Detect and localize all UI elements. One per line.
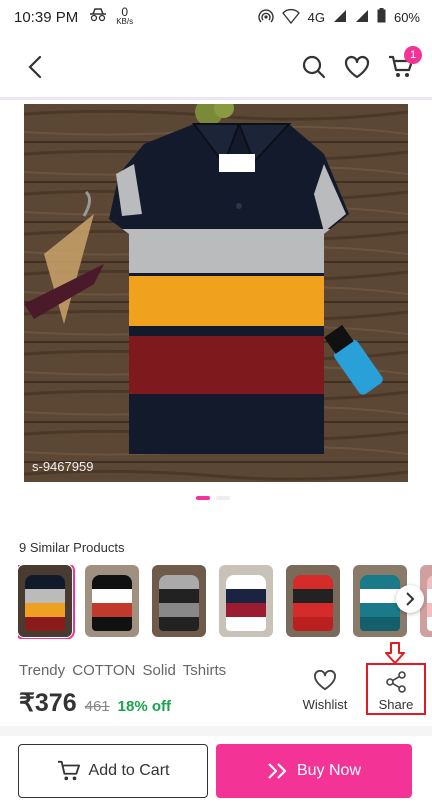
cart-button[interactable]: 1 xyxy=(386,46,422,82)
shirt-stripe xyxy=(92,575,132,589)
thumb-shirt xyxy=(226,575,266,631)
shirt-stripe xyxy=(92,603,132,617)
thumb-shirt xyxy=(293,575,333,631)
cart-count-badge: 1 xyxy=(404,46,422,64)
shirt-stripe xyxy=(226,617,266,631)
shirt-stripe xyxy=(360,617,400,631)
product-photo xyxy=(24,104,408,482)
shirt-stripe xyxy=(427,617,432,631)
shirt-stripe xyxy=(226,575,266,589)
shirt-stripe xyxy=(293,617,333,631)
shirt-stripe xyxy=(360,589,400,603)
similar-product-thumb[interactable] xyxy=(18,565,75,639)
back-button[interactable] xyxy=(22,52,48,82)
chevron-right-icon xyxy=(406,592,415,606)
similar-next-button[interactable] xyxy=(396,585,424,613)
share-icon xyxy=(386,671,406,693)
shirt-stripe xyxy=(159,603,199,617)
share-button[interactable]: Share xyxy=(366,663,426,715)
product-sku: s-9467959 xyxy=(32,459,94,474)
net-speed-value: 0 xyxy=(121,5,129,19)
section-divider xyxy=(0,726,432,736)
shirt-stripe xyxy=(293,589,333,603)
search-icon xyxy=(302,55,326,79)
net-speed: 0 KB/s xyxy=(116,5,134,27)
buy-now-button[interactable]: Buy Now xyxy=(216,744,412,798)
shirt-stripe xyxy=(25,617,65,631)
similar-product-thumb[interactable] xyxy=(219,565,273,637)
add-to-cart-button[interactable]: Add to Cart xyxy=(18,744,208,798)
product-name: Trendy COTTON Solid Tshirts xyxy=(19,662,227,679)
battery-icon xyxy=(377,8,386,26)
similar-products-list xyxy=(18,565,432,639)
image-pager xyxy=(196,496,230,500)
network-type: 4G xyxy=(307,9,325,25)
pager-dot-active[interactable] xyxy=(196,496,210,500)
thumb-shirt xyxy=(159,575,199,631)
shirt-stripe xyxy=(159,589,199,603)
thumb-shirt xyxy=(360,575,400,631)
similar-products-title: 9 Similar Products xyxy=(19,540,125,555)
status-bar: 10:39 PM 0 KB/s 4G 60% xyxy=(0,0,432,34)
wishlist-button[interactable]: Wishlist xyxy=(296,667,354,713)
wishlist-label: Wishlist xyxy=(302,697,348,712)
shirt-stripe xyxy=(92,589,132,603)
cart-outline-icon xyxy=(57,760,80,781)
shirt-stripe xyxy=(427,603,432,617)
status-right: 4G 60% xyxy=(258,0,420,34)
shirt-stripe xyxy=(25,589,65,603)
app-header: 1 xyxy=(0,34,432,100)
buy-now-label: Buy Now xyxy=(296,762,362,779)
add-to-cart-label: Add to Cart xyxy=(88,762,170,779)
product-image[interactable]: s-9467959 xyxy=(24,104,408,482)
incognito-icon xyxy=(88,8,108,26)
thumb-shirt xyxy=(92,575,132,631)
thumb-shirt xyxy=(25,575,65,631)
product-price: ₹376 xyxy=(19,689,77,717)
shirt-stripe xyxy=(159,575,199,589)
volte-wifi-icon xyxy=(281,8,300,27)
shirt-stripe xyxy=(293,575,333,589)
shirt-stripe xyxy=(159,617,199,631)
shirt-stripe xyxy=(92,617,132,631)
battery-percent: 60% xyxy=(393,9,420,25)
shirt-stripe xyxy=(427,589,432,603)
net-speed-unit: KB/s xyxy=(116,17,134,26)
shirt-stripe xyxy=(25,603,65,617)
thumb-shirt xyxy=(427,575,432,631)
double-chevron-right-icon xyxy=(268,763,287,779)
shirt-stripe xyxy=(226,589,266,603)
hotspot-icon xyxy=(258,8,274,27)
back-arrow-icon xyxy=(28,55,42,79)
heart-icon xyxy=(344,55,370,79)
status-time: 10:39 PM xyxy=(14,8,79,26)
shirt-stripe xyxy=(25,575,65,589)
wishlist-header-button[interactable] xyxy=(342,52,372,82)
signal-icon xyxy=(333,9,347,26)
shirt-stripe xyxy=(226,603,266,617)
pager-dot[interactable] xyxy=(216,496,230,500)
shirt-stripe xyxy=(360,603,400,617)
shirt-stripe xyxy=(427,575,432,589)
share-label: Share xyxy=(378,697,414,712)
price-row: ₹376 461 18% off xyxy=(19,688,171,718)
shirt-stripe xyxy=(360,575,400,589)
similar-product-thumb[interactable] xyxy=(85,565,139,637)
search-button[interactable] xyxy=(299,52,329,82)
similar-product-thumb[interactable] xyxy=(286,565,340,637)
heart-icon xyxy=(313,669,336,691)
shirt-stripe xyxy=(293,603,333,617)
signal-icon-2 xyxy=(355,9,369,26)
annotation-arrow-icon xyxy=(385,642,405,664)
product-mrp: 461 xyxy=(84,698,110,715)
similar-product-thumb[interactable] xyxy=(152,565,206,637)
product-discount: 18% off xyxy=(117,698,171,715)
